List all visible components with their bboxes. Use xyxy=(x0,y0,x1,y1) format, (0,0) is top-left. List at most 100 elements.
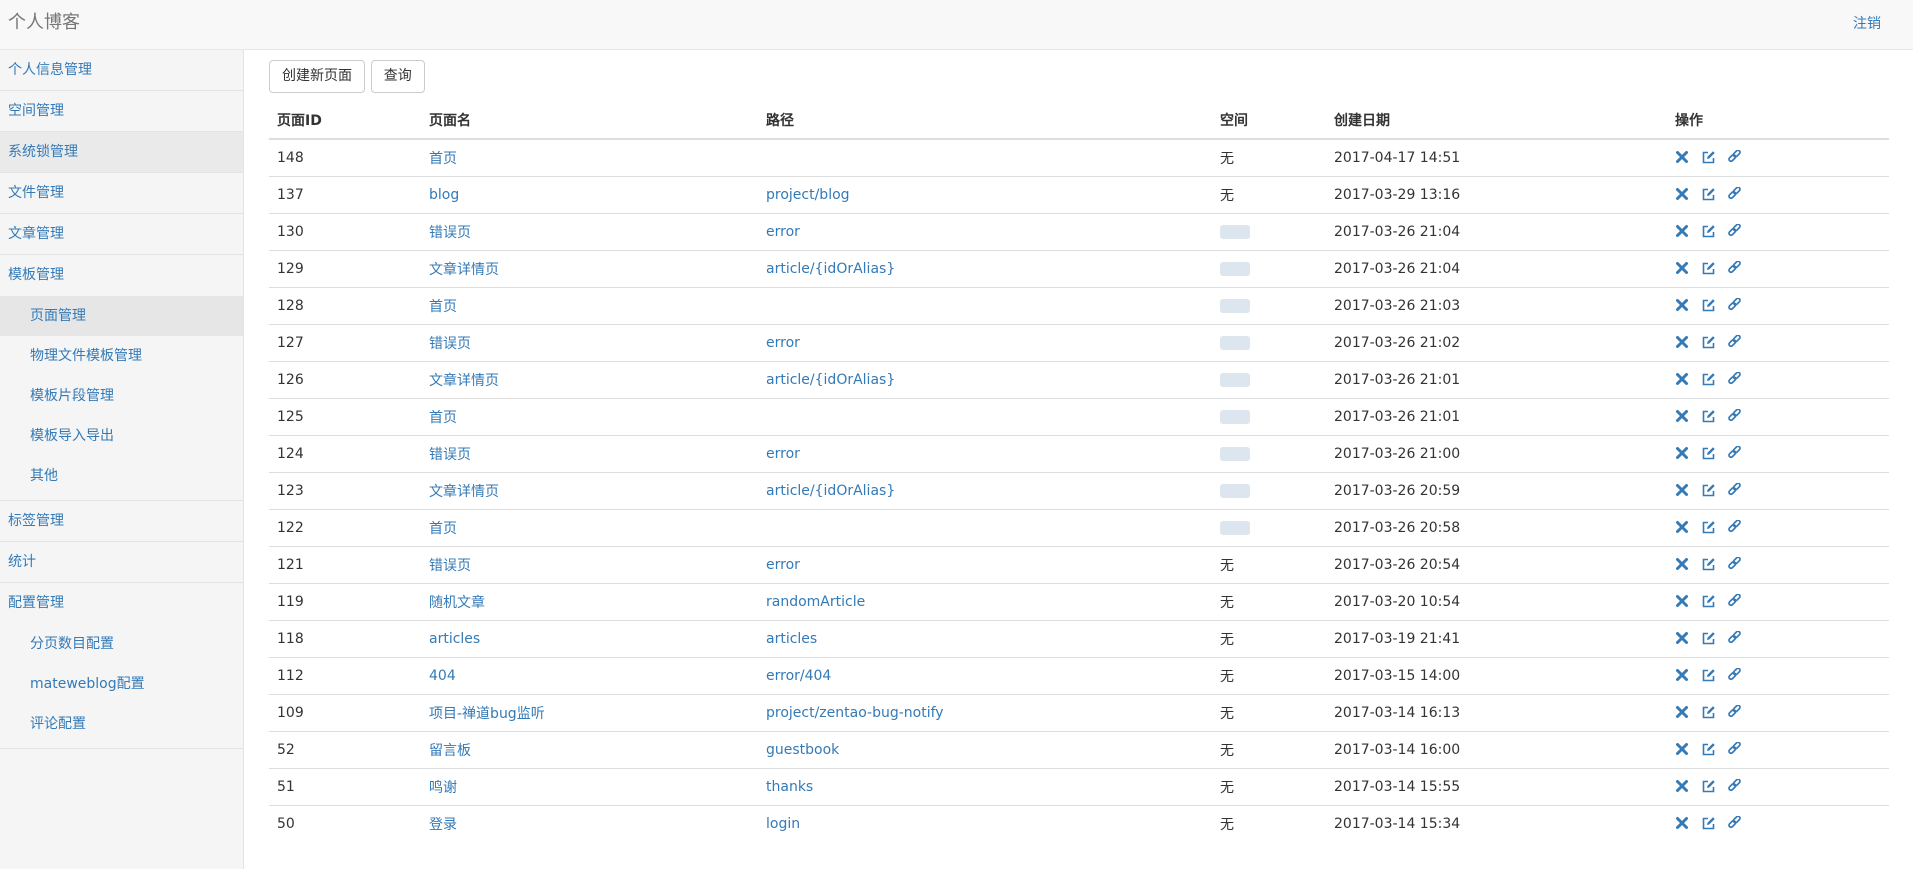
remove-icon[interactable] xyxy=(1675,187,1691,203)
page-path-link[interactable]: guestbook xyxy=(766,742,839,758)
link-icon[interactable] xyxy=(1727,333,1743,351)
page-name-link[interactable]: 首页 xyxy=(429,299,457,315)
remove-icon[interactable] xyxy=(1675,668,1691,684)
page-name-link[interactable]: 错误页 xyxy=(429,225,471,241)
page-path-link[interactable]: error xyxy=(766,335,800,351)
page-path-link[interactable]: error xyxy=(766,224,800,240)
page-name-link[interactable]: 首页 xyxy=(429,521,457,537)
edit-icon[interactable] xyxy=(1701,483,1717,499)
link-icon[interactable] xyxy=(1727,481,1743,499)
link-icon[interactable] xyxy=(1727,703,1743,721)
page-path-link[interactable]: randomArticle xyxy=(766,594,865,610)
sidebar-subitem-import-export[interactable]: 模板导入导出 xyxy=(0,416,243,456)
page-path-link[interactable]: login xyxy=(766,816,800,832)
sidebar-subitem-mateweblog[interactable]: mateweblog配置 xyxy=(0,664,243,704)
sidebar-item-config[interactable]: 配置管理 xyxy=(0,583,243,624)
sidebar-subitem-page[interactable]: 页面管理 xyxy=(0,296,243,336)
edit-icon[interactable] xyxy=(1701,298,1717,314)
edit-icon[interactable] xyxy=(1701,372,1717,388)
sidebar-item-file[interactable]: 文件管理 xyxy=(0,173,243,214)
edit-icon[interactable] xyxy=(1701,594,1717,610)
link-icon[interactable] xyxy=(1727,149,1743,166)
page-path-link[interactable]: project/zentao-bug-notify xyxy=(766,705,944,721)
query-button[interactable]: 查询 xyxy=(370,60,425,93)
remove-icon[interactable] xyxy=(1675,150,1691,166)
remove-icon[interactable] xyxy=(1675,446,1691,462)
page-name-link[interactable]: 鸣谢 xyxy=(429,780,457,796)
remove-icon[interactable] xyxy=(1675,742,1691,758)
page-name-link[interactable]: 错误页 xyxy=(429,558,471,574)
page-name-link[interactable]: 文章详情页 xyxy=(429,373,499,389)
remove-icon[interactable] xyxy=(1675,261,1691,277)
sidebar-subitem-fragment[interactable]: 模板片段管理 xyxy=(0,376,243,416)
remove-icon[interactable] xyxy=(1675,483,1691,499)
page-name-link[interactable]: articles xyxy=(429,631,480,647)
link-icon[interactable] xyxy=(1727,370,1743,388)
edit-icon[interactable] xyxy=(1701,335,1717,351)
edit-icon[interactable] xyxy=(1701,557,1717,573)
edit-icon[interactable] xyxy=(1701,705,1717,721)
page-path-link[interactable]: articles xyxy=(766,631,817,647)
link-icon[interactable] xyxy=(1727,592,1743,610)
link-icon[interactable] xyxy=(1727,222,1743,240)
sidebar-subitem-comment[interactable]: 评论配置 xyxy=(0,704,243,744)
link-icon[interactable] xyxy=(1727,518,1743,536)
sidebar-subitem-paging[interactable]: 分页数目配置 xyxy=(0,624,243,664)
page-name-link[interactable]: 项目-禅道bug监听 xyxy=(429,706,545,722)
page-path-link[interactable]: thanks xyxy=(766,779,813,795)
link-icon[interactable] xyxy=(1727,815,1743,832)
page-path-link[interactable]: article/{idOrAlias} xyxy=(766,483,895,499)
logout-link[interactable]: 注销 xyxy=(1853,0,1881,48)
sidebar-item-profile[interactable]: 个人信息管理 xyxy=(0,50,243,91)
page-path-link[interactable]: article/{idOrAlias} xyxy=(766,261,895,277)
remove-icon[interactable] xyxy=(1675,224,1691,240)
remove-icon[interactable] xyxy=(1675,557,1691,573)
remove-icon[interactable] xyxy=(1675,779,1691,795)
link-icon[interactable] xyxy=(1727,259,1743,277)
remove-icon[interactable] xyxy=(1675,631,1691,647)
page-path-link[interactable]: error xyxy=(766,446,800,462)
link-icon[interactable] xyxy=(1727,777,1743,795)
page-name-link[interactable]: 首页 xyxy=(429,410,457,426)
page-path-link[interactable]: error xyxy=(766,557,800,573)
page-path-link[interactable]: article/{idOrAlias} xyxy=(766,372,895,388)
edit-icon[interactable] xyxy=(1701,224,1717,240)
sidebar-item-space[interactable]: 空间管理 xyxy=(0,91,243,132)
edit-icon[interactable] xyxy=(1701,779,1717,795)
link-icon[interactable] xyxy=(1727,407,1743,425)
remove-icon[interactable] xyxy=(1675,520,1691,536)
brand-title[interactable]: 个人博客 xyxy=(8,0,80,46)
page-name-link[interactable]: 错误页 xyxy=(429,447,471,463)
link-icon[interactable] xyxy=(1727,740,1743,758)
create-page-button[interactable]: 创建新页面 xyxy=(269,60,365,93)
edit-icon[interactable] xyxy=(1701,742,1717,758)
sidebar-subitem-physical-template[interactable]: 物理文件模板管理 xyxy=(0,336,243,376)
remove-icon[interactable] xyxy=(1675,705,1691,721)
page-path-link[interactable]: project/blog xyxy=(766,187,850,203)
remove-icon[interactable] xyxy=(1675,409,1691,425)
edit-icon[interactable] xyxy=(1701,520,1717,536)
edit-icon[interactable] xyxy=(1701,409,1717,425)
page-name-link[interactable]: 登录 xyxy=(429,817,457,833)
link-icon[interactable] xyxy=(1727,296,1743,314)
remove-icon[interactable] xyxy=(1675,298,1691,314)
page-name-link[interactable]: blog xyxy=(429,187,459,203)
remove-icon[interactable] xyxy=(1675,816,1691,832)
link-icon[interactable] xyxy=(1727,444,1743,462)
edit-icon[interactable] xyxy=(1701,261,1717,277)
sidebar-item-lock[interactable]: 系统锁管理 xyxy=(0,132,243,173)
sidebar-item-article[interactable]: 文章管理 xyxy=(0,214,243,255)
edit-icon[interactable] xyxy=(1701,816,1717,832)
link-icon[interactable] xyxy=(1727,629,1743,647)
remove-icon[interactable] xyxy=(1675,372,1691,388)
page-name-link[interactable]: 错误页 xyxy=(429,336,471,352)
link-icon[interactable] xyxy=(1727,185,1743,203)
link-icon[interactable] xyxy=(1727,666,1743,684)
page-path-link[interactable]: error/404 xyxy=(766,668,831,684)
page-name-link[interactable]: 随机文章 xyxy=(429,595,485,611)
page-name-link[interactable]: 文章详情页 xyxy=(429,262,499,278)
sidebar-item-tag[interactable]: 标签管理 xyxy=(0,501,243,542)
edit-icon[interactable] xyxy=(1701,631,1717,647)
link-icon[interactable] xyxy=(1727,555,1743,573)
edit-icon[interactable] xyxy=(1701,187,1717,203)
